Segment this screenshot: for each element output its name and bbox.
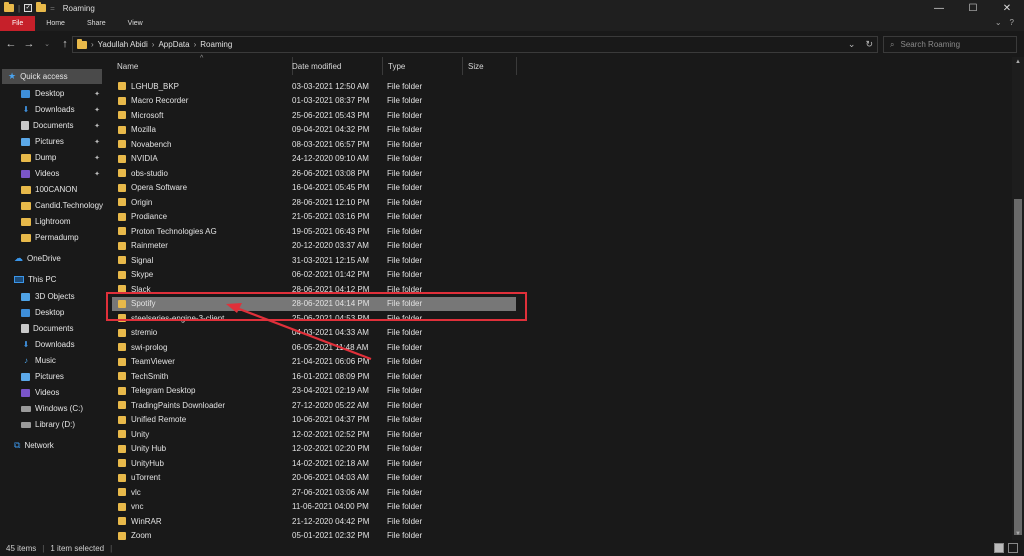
status-divider: | [42, 543, 45, 553]
item-count: 45 items [6, 543, 37, 553]
large-icons-view-icon[interactable] [1008, 543, 1018, 553]
annotation-arrow [226, 303, 372, 361]
status-divider: | [110, 543, 113, 553]
selection-count: 1 item selected [50, 543, 105, 553]
status-bar: 45 items | 1 item selected | [0, 540, 1024, 556]
details-view-icon[interactable] [994, 543, 1004, 553]
